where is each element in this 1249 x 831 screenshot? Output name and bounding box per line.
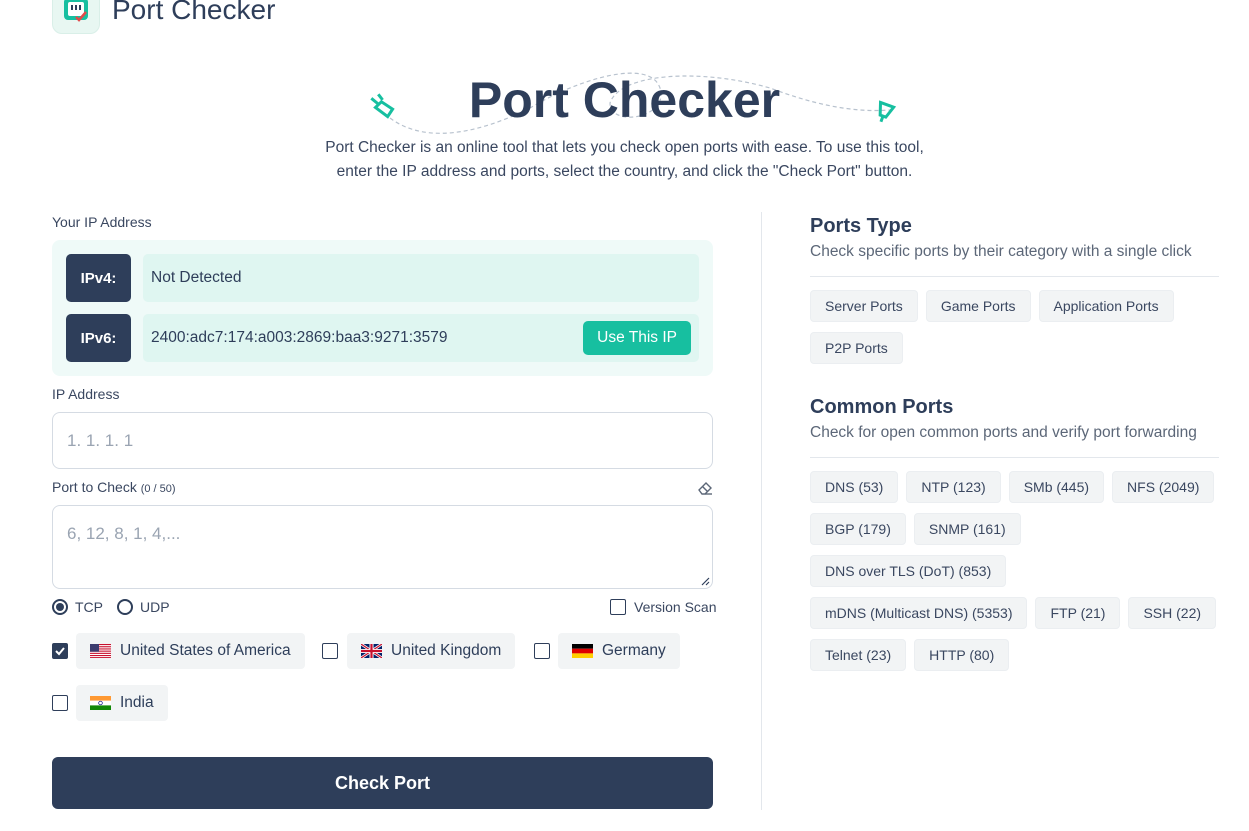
radio-selected-icon: [52, 599, 68, 615]
country-checkbox-india[interactable]: [52, 695, 68, 711]
ports-type-description: Check specific ports by their category w…: [810, 243, 1192, 260]
ip-address-input[interactable]: [52, 412, 713, 469]
germany-flag-icon: [572, 644, 593, 658]
port-to-check-label: Port to Check (0 / 50): [52, 479, 176, 495]
ipv4-value: Not Detected: [151, 269, 242, 286]
your-ip-label: Your IP Address: [52, 214, 152, 230]
radio-unselected-icon: [117, 599, 133, 615]
port-chip[interactable]: NFS (2049): [1112, 471, 1215, 503]
country-checkbox-uk[interactable]: [322, 643, 338, 659]
port-chip[interactable]: HTTP (80): [914, 639, 1010, 671]
udp-radio[interactable]: UDP: [117, 599, 170, 615]
ipv4-value-box: Not Detected: [143, 254, 699, 302]
country-uk[interactable]: United Kingdom: [347, 633, 516, 669]
port-chip[interactable]: SNMP (161): [913, 513, 1021, 545]
ipv6-tag: IPv6:: [66, 314, 131, 362]
country-germany[interactable]: Germany: [558, 633, 680, 669]
port-chip[interactable]: Telnet (23): [810, 639, 907, 671]
udp-label: UDP: [140, 599, 170, 615]
port-chip[interactable]: Application Ports: [1038, 290, 1174, 322]
port-chip[interactable]: SMb (445): [1008, 471, 1105, 503]
ipv4-row: IPv4: Not Detected: [66, 254, 699, 302]
port-count: (0 / 50): [140, 483, 176, 495]
version-scan-label: Version Scan: [634, 599, 717, 615]
country-usa[interactable]: United States of America: [76, 633, 305, 669]
country-checkbox-usa[interactable]: [52, 643, 68, 659]
port-chip[interactable]: BGP (179): [810, 513, 906, 545]
ports-type-divider: [810, 276, 1219, 277]
country-name: United Kingdom: [391, 642, 502, 659]
port-chip[interactable]: SSH (22): [1128, 597, 1217, 629]
ports-type-chips: Server Ports Game Ports Application Ports P…: [810, 290, 1220, 364]
port-chip[interactable]: mDNS (Multicast DNS) (5353): [810, 597, 1028, 629]
country-name: United States of America: [120, 642, 291, 659]
ipv6-row: IPv6: 2400:adc7:174:a003:2869:baa3:9271:…: [66, 314, 699, 362]
eraser-icon[interactable]: [697, 479, 714, 501]
column-divider: [761, 212, 762, 810]
brand-name: Port Checker: [112, 0, 276, 25]
ipv6-value-box: 2400:adc7:174:a003:2869:baa3:9271:3579 U…: [143, 314, 699, 362]
ipv4-tag: IPv4:: [66, 254, 131, 302]
port-chip[interactable]: DNS (53): [810, 471, 899, 503]
ports-type-title: Ports Type: [810, 215, 912, 237]
country-checkbox-germany[interactable]: [534, 643, 550, 659]
country-name: India: [120, 694, 154, 711]
uk-flag-icon: [361, 644, 382, 658]
tcp-radio[interactable]: TCP: [52, 599, 103, 615]
port-chip[interactable]: NTP (123): [906, 471, 1001, 503]
use-this-ip-button[interactable]: Use This IP: [583, 321, 691, 355]
port-chip[interactable]: FTP (21): [1035, 597, 1121, 629]
check-port-button[interactable]: Check Port: [52, 757, 713, 809]
common-ports-divider: [810, 457, 1219, 458]
common-ports-title: Common Ports: [810, 396, 954, 418]
hero: Port Checker Port Checker is an online t…: [0, 68, 1249, 184]
port-chip[interactable]: P2P Ports: [810, 332, 903, 364]
resize-handle-icon[interactable]: [700, 576, 710, 586]
us-flag-icon: [90, 644, 111, 658]
version-scan-checkbox[interactable]: Version Scan: [610, 599, 717, 615]
page-description: Port Checker is an online tool that lets…: [325, 139, 924, 180]
brand[interactable]: Port Checker: [52, 0, 275, 34]
port-label-text: Port to Check: [52, 479, 137, 495]
port-chip[interactable]: Server Ports: [810, 290, 918, 322]
port-checker-logo-icon: [52, 0, 100, 34]
country-name: Germany: [602, 642, 666, 659]
ipv6-value: 2400:adc7:174:a003:2869:baa3:9271:3579: [151, 329, 448, 346]
your-ip-box: IPv4: Not Detected IPv6: 2400:adc7:174:a…: [52, 240, 713, 376]
port-chip[interactable]: DNS over TLS (DoT) (853): [810, 555, 1007, 587]
page-title: Port Checker: [468, 72, 781, 128]
ip-address-label: IP Address: [52, 386, 120, 402]
port-chip[interactable]: Game Ports: [925, 290, 1031, 322]
port-to-check-input[interactable]: [52, 505, 713, 589]
checkbox-icon: [610, 599, 626, 615]
country-india[interactable]: India: [76, 685, 168, 721]
tcp-label: TCP: [75, 599, 103, 615]
common-ports-description: Check for open common ports and verify p…: [810, 424, 1197, 441]
common-ports-chips: DNS (53) NTP (123) SMb (445) NFS (2049) BGP …: [810, 471, 1220, 671]
india-flag-icon: [90, 696, 111, 710]
